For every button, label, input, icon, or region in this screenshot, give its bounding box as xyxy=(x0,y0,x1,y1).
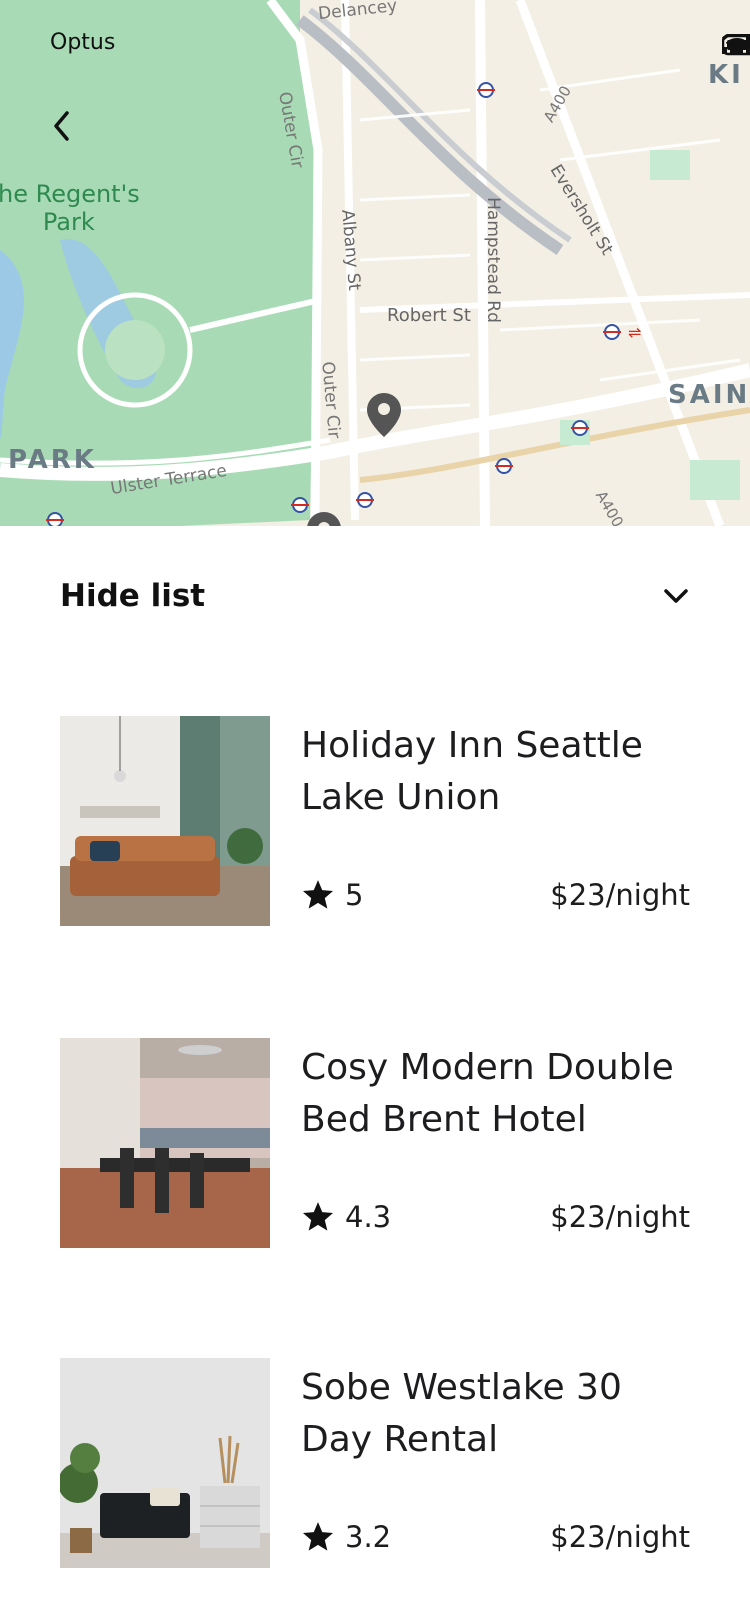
listing-card[interactable]: Holiday Inn Seattle Lake Union 5 $23/nig… xyxy=(60,716,690,926)
map-label-park-area: PARK xyxy=(8,445,97,475)
svg-text:⇌: ⇌ xyxy=(628,323,641,342)
listing-name: Cosy Modern Double Bed Brent Hotel xyxy=(301,1047,674,1140)
star-icon xyxy=(302,880,334,909)
listings-sheet: Hide list Holiday Inn Seattle Lake Union xyxy=(0,526,750,1624)
chevron-down-icon xyxy=(664,589,688,603)
map-view[interactable]: ⇌ he Regent's Park Outer Cir Outer Cir A… xyxy=(0,0,750,526)
hide-list-label: Hide list xyxy=(60,578,206,614)
chevron-left-icon xyxy=(54,111,69,141)
listing-photo-bedroom xyxy=(60,1358,270,1568)
map-pin-icon[interactable] xyxy=(367,393,401,437)
listing-rating: 3.2 xyxy=(301,1520,391,1554)
listing-card[interactable]: Sobe Westlake 30 Day Rental 3.2 $23/nigh… xyxy=(60,1358,690,1568)
status-bar: Optus xyxy=(0,30,750,60)
map-label-park: he Regent's Park xyxy=(0,180,140,236)
star-icon xyxy=(302,1202,334,1231)
listing-price: $23/night xyxy=(550,1520,690,1554)
map-canvas: ⇌ xyxy=(0,0,750,526)
star-icon xyxy=(302,1522,334,1551)
listing-photo-living-room xyxy=(60,716,270,926)
rating-value: 5 xyxy=(345,878,364,912)
listing-name: Sobe Westlake 30 Day Rental xyxy=(301,1367,622,1460)
listing-photo-dining-room xyxy=(60,1038,270,1248)
back-button[interactable] xyxy=(52,110,92,158)
map-label-robert: Robert St xyxy=(387,305,471,326)
map-label-ki: KI xyxy=(708,60,744,90)
rating-value: 3.2 xyxy=(345,1520,392,1554)
hide-list-toggle[interactable]: Hide list xyxy=(60,576,690,616)
carrier-name: Optus xyxy=(50,30,116,55)
map-pin-icon-2[interactable] xyxy=(307,512,341,526)
battery-icon xyxy=(722,34,750,56)
listing-price: $23/night xyxy=(550,1200,690,1234)
map-label-saint: SAIN xyxy=(668,380,750,410)
rating-value: 4.3 xyxy=(345,1200,392,1234)
listing-rating: 4.3 xyxy=(301,1200,391,1234)
listing-name: Holiday Inn Seattle Lake Union xyxy=(301,725,643,818)
listing-card[interactable]: Cosy Modern Double Bed Brent Hotel 4.3 $… xyxy=(60,1038,690,1248)
listing-price: $23/night xyxy=(550,878,690,912)
listing-rating: 5 xyxy=(301,878,363,912)
map-label-hampstead: Hampstead Rd xyxy=(482,197,503,323)
